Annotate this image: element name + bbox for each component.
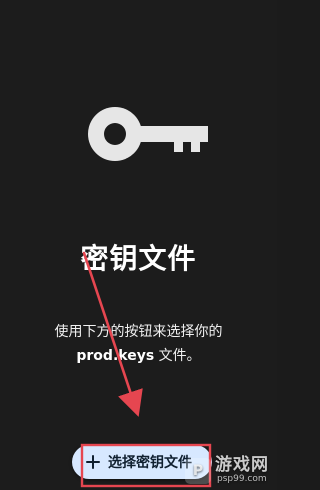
watermark: P 游戏网 psp99.com: [185, 454, 269, 484]
select-key-file-label: 选择密钥文件: [108, 455, 192, 471]
plus-icon: [86, 455, 100, 469]
watermark-main: 游戏网: [215, 454, 269, 475]
description-text: 使用下方的按钮来选择你的 prod.keys 文件。: [22, 320, 255, 368]
watermark-sub: psp99.com: [217, 473, 267, 484]
watermark-text: 游戏网 psp99.com: [215, 454, 269, 484]
watermark-logo: P: [185, 458, 211, 484]
page-title: 密钥文件: [80, 242, 197, 275]
description-file-name: prod.keys: [76, 348, 155, 364]
description-suffix: 文件。: [158, 348, 201, 364]
description-prefix: 使用下方的按钮来选择你的: [54, 324, 223, 340]
screen: 密钥文件 使用下方的按钮来选择你的 prod.keys 文件。 选择密钥文件 P…: [0, 0, 277, 490]
key-icon: [88, 107, 208, 161]
